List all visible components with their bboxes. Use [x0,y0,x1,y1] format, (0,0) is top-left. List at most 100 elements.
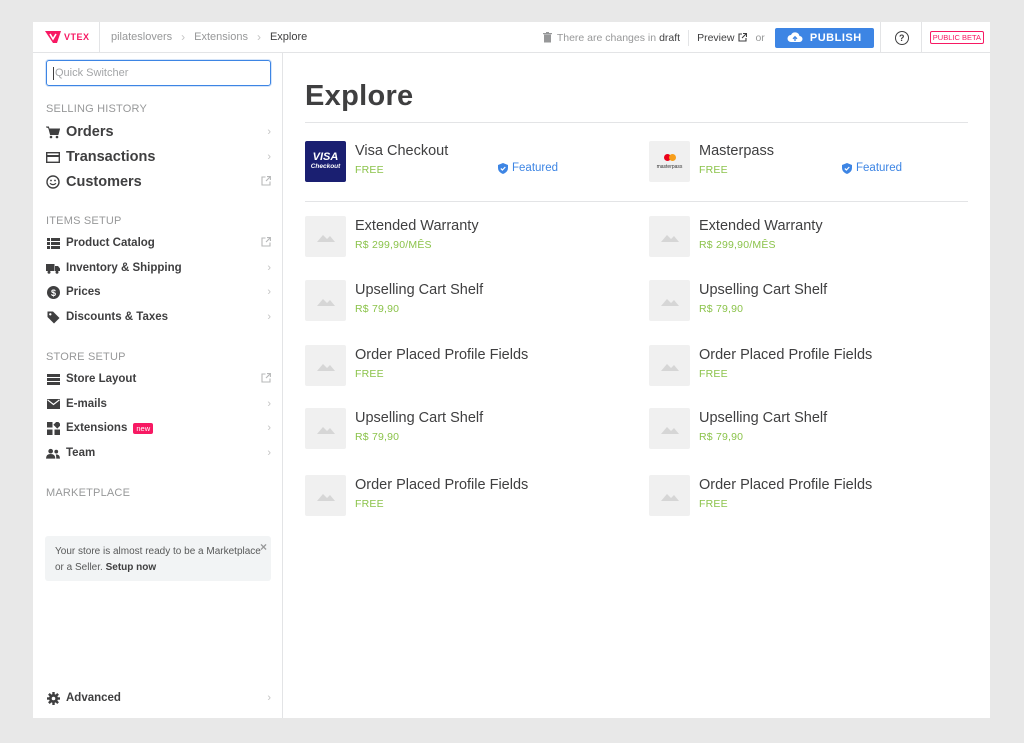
or-label: or [755,31,765,44]
featured-app-card[interactable]: VISA Checkout Visa Checkout FREE Feature… [305,141,625,183]
image-placeholder-icon [649,345,690,386]
app-price: R$ 79,90 [355,431,400,443]
app-name: Upselling Cart Shelf [355,282,484,298]
divider [305,122,968,123]
app-card[interactable]: Upselling Cart Shelf R$ 79,90 [649,280,969,322]
app-card[interactable]: Extended Warranty R$ 299,90/MÊS [649,216,969,258]
app-name: Upselling Cart Shelf [699,410,828,426]
vtex-logo[interactable]: VTEX [45,30,99,44]
image-placeholder-icon [305,345,346,386]
app-price: FREE [699,498,728,510]
app-name: Upselling Cart Shelf [699,282,828,298]
app-price: R$ 79,90 [699,303,744,315]
sidebar-item-orders[interactable]: Orders › [46,124,271,140]
app-price: FREE [355,368,384,380]
sidebar-item-label: Orders [66,124,114,140]
app-name: Extended Warranty [699,218,823,234]
app-price: FREE [699,368,728,380]
quick-switcher-placeholder: Quick Switcher [55,67,129,79]
sidebar-item-customers[interactable]: Customers [46,174,271,190]
app-card[interactable]: Order Placed Profile Fields FREE [649,475,969,517]
image-placeholder-icon [649,408,690,449]
sidebar-item-label: Product Catalog [66,237,155,249]
chevron-right-icon: › [256,30,261,44]
team-icon [46,446,60,460]
section-selling-history: SELLING HISTORY [46,103,148,115]
vtex-logo-icon [45,31,61,43]
dollar-icon: $ [46,285,60,299]
main-content: Explore VISA Checkout Visa Checkout FREE… [284,53,990,718]
app-price: R$ 299,90/MÊS [699,239,776,251]
chevron-right-icon: › [267,692,271,704]
app-card[interactable]: Upselling Cart Shelf R$ 79,90 [649,408,969,450]
chevron-right-icon: › [181,30,186,44]
app-price: R$ 79,90 [699,431,744,443]
breadcrumb-account[interactable]: pilateslovers [111,31,172,43]
publish-button[interactable]: PUBLISH [774,27,874,48]
cart-icon [46,125,60,139]
app-card[interactable]: Upselling Cart Shelf R$ 79,90 [305,408,625,450]
sidebar-item-label: Transactions [66,149,156,165]
sidebar-item-store-layout[interactable]: Store Layout [46,372,271,386]
featured-badge: Featured [842,162,902,174]
featured-label: Featured [856,162,903,174]
sidebar-item-advanced[interactable]: Advanced › [46,691,271,705]
section-store-setup: STORE SETUP [46,351,126,363]
preview-link[interactable]: Preview [697,31,748,44]
sidebar-item-label: Store Layout [66,373,137,385]
app-card[interactable]: Order Placed Profile Fields FREE [305,475,625,517]
app-card[interactable]: Order Placed Profile Fields FREE [305,345,625,387]
quick-switcher-input[interactable]: Quick Switcher [46,60,271,86]
sidebar-item-team[interactable]: Team › [46,446,271,460]
external-link-icon [261,370,271,388]
app-window: VTEX pilateslovers › Extensions › Explor… [33,22,990,718]
sidebar-item-product-catalog[interactable]: Product Catalog [46,236,271,250]
extensions-icon [46,421,60,435]
new-badge: new [133,422,154,434]
app-price: FREE [699,164,728,176]
draft-label: draft [659,31,681,44]
help-icon[interactable]: ? [894,30,909,45]
sidebar-item-transactions[interactable]: Transactions › [46,149,271,165]
close-icon[interactable]: × [260,539,267,555]
sidebar-item-extensions[interactable]: Extensions new › [46,421,271,435]
image-placeholder-icon [305,475,346,516]
logo-text: Checkout [310,163,341,170]
external-link-icon [261,173,271,191]
sidebar-item-inventory-shipping[interactable]: Inventory & Shipping › [46,261,271,275]
cloud-upload-icon [787,32,803,42]
visa-logo: VISA Checkout [305,141,346,182]
smile-icon [46,175,60,189]
sidebar: Quick Switcher SELLING HISTORY Orders › … [33,53,283,718]
layout-icon [46,372,60,386]
preview-label: Preview [697,31,735,44]
app-card[interactable]: Order Placed Profile Fields FREE [649,345,969,387]
sidebar-item-prices[interactable]: $ Prices › [46,285,271,299]
sidebar-item-label: Inventory & Shipping [66,262,182,274]
section-items-setup: ITEMS SETUP [46,215,122,227]
image-placeholder-icon [649,475,690,516]
gear-icon [46,691,60,705]
mail-icon [46,397,60,411]
featured-app-card[interactable]: masterpass Masterpass FREE Featured [649,141,969,183]
logo-text: VISA [312,151,339,163]
setup-now-link[interactable]: Setup now [106,562,157,573]
divider [879,22,881,53]
app-price: FREE [355,498,384,510]
top-actions: There are changes in draft Preview or PU… [542,22,984,53]
sidebar-item-discounts-taxes[interactable]: Discounts & Taxes › [46,310,271,324]
app-card[interactable]: Upselling Cart Shelf R$ 79,90 [305,280,625,322]
breadcrumb-extensions[interactable]: Extensions [194,31,248,43]
sidebar-item-label: Discounts & Taxes [66,311,169,323]
sidebar-item-label: Advanced [66,692,121,704]
section-marketplace: MARKETPLACE [46,487,131,499]
sidebar-item-emails[interactable]: E-mails › [46,397,271,411]
chevron-right-icon: › [267,151,271,163]
masterpass-logo: masterpass [649,141,690,182]
external-link-icon [261,234,271,252]
chevron-right-icon: › [267,398,271,410]
app-name: Order Placed Profile Fields [355,347,529,363]
app-name: Order Placed Profile Fields [699,347,873,363]
app-name: Upselling Cart Shelf [355,410,484,426]
app-card[interactable]: Extended Warranty R$ 299,90/MÊS [305,216,625,258]
